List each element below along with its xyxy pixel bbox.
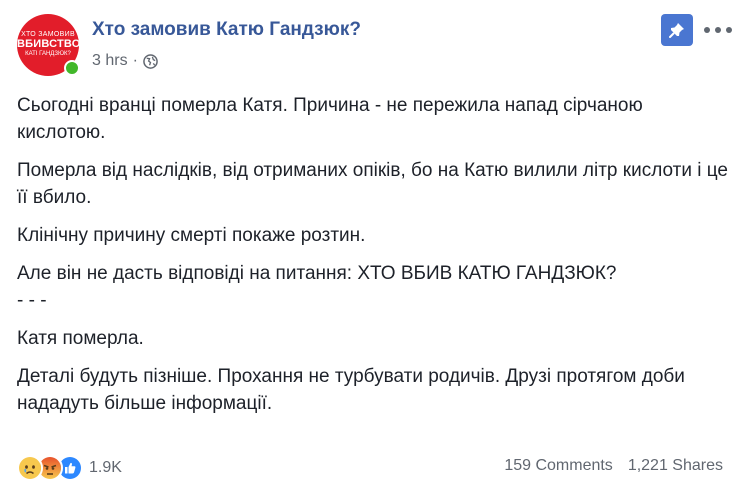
post-paragraph-1: Сьогодні вранці померла Катя. Причина - …: [17, 95, 643, 143]
post-paragraph-3: Клінічну причину смерті покаже розтин.: [17, 225, 366, 246]
reaction-count[interactable]: 1.9K: [89, 459, 122, 477]
more-options-icon[interactable]: [704, 20, 732, 40]
globe-icon[interactable]: [143, 53, 158, 69]
post-paragraph-6: Катя померла.: [17, 328, 144, 349]
post-text: Сьогодні вранці померла Катя. Причина - …: [17, 92, 732, 428]
pin-icon: [669, 23, 684, 38]
pin-post-button[interactable]: [661, 14, 693, 46]
comments-count-link[interactable]: 159 Comments: [504, 457, 613, 475]
reactions-summary[interactable]: 1.9K: [17, 455, 122, 481]
post-meta: 3 hrs ·: [92, 52, 158, 70]
post-paragraph-4: Але він не дасть відповіді на питання: Х…: [17, 263, 617, 284]
post-paragraph-7: Деталі будуть пізніше. Прохання не турбу…: [17, 366, 685, 414]
avatar-text-line3: КАТІ ГАНДЗЮК?: [25, 51, 71, 57]
avatar-text-line1: ХТО ЗАМОВИВ: [21, 31, 75, 38]
post-stats: 159 Comments 1,221 Shares: [504, 457, 723, 475]
post-timestamp[interactable]: 3 hrs: [92, 52, 128, 70]
facebook-post: ХТО ЗАМОВИВ ВБИВСТВО КАТІ ГАНДЗЮК? Хто з…: [0, 0, 740, 501]
avatar-text-line2: ВБИВСТВО: [17, 38, 79, 50]
post-paragraph-2: Померла від наслідків, від отриманих опі…: [17, 160, 728, 208]
shares-count-link[interactable]: 1,221 Shares: [628, 457, 723, 475]
page-name-link[interactable]: Хто замовив Катю Гандзюк?: [92, 19, 361, 41]
meta-separator: ·: [132, 52, 138, 69]
sad-reaction-icon: [17, 455, 43, 481]
post-paragraph-5: - - -: [17, 290, 47, 311]
page-avatar[interactable]: ХТО ЗАМОВИВ ВБИВСТВО КАТІ ГАНДЗЮК?: [17, 14, 80, 76]
online-status-dot: [64, 60, 80, 76]
